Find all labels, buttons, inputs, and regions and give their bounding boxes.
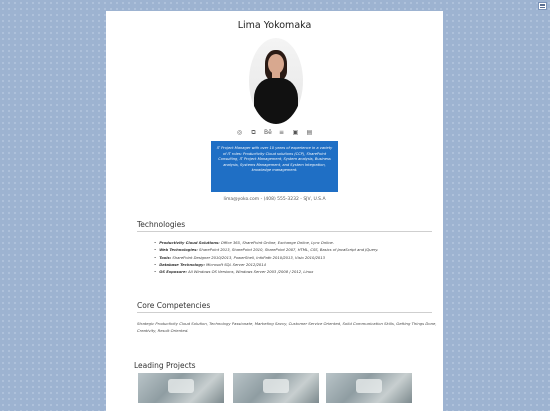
share-icon[interactable]: ⧉ xyxy=(250,129,257,136)
competencies-text: Strategic Productivity Cloud Solution, T… xyxy=(137,321,437,333)
linkedin-icon[interactable]: ▣ xyxy=(292,129,299,136)
menu-icon[interactable] xyxy=(538,2,547,10)
behance-icon[interactable]: Bē xyxy=(264,129,272,136)
profile-name: Lima Yokomaka xyxy=(237,20,312,31)
competencies-title: Core Competencies xyxy=(137,301,211,310)
project-thumbnail[interactable] xyxy=(233,373,319,403)
stack-icon[interactable]: ≡ xyxy=(278,129,285,136)
technologies-divider xyxy=(137,231,432,232)
list-item: Tools: SharePoint Designer 2010/2013, Po… xyxy=(154,255,378,262)
contact-line: lima@yoko.com - (408) 555-3232 - SJV, U.… xyxy=(223,197,326,202)
profile-photo xyxy=(249,38,303,124)
project-thumbnail[interactable] xyxy=(326,373,412,403)
technologies-title: Technologies xyxy=(137,220,186,229)
list-item: Productivity Cloud Solutions: Office 365… xyxy=(154,240,378,247)
list-item: Web Technologies: SharePoint 2013, Share… xyxy=(154,247,378,254)
list-item: Database Technology: Microsoft SQL Serve… xyxy=(154,262,378,269)
technologies-list: Productivity Cloud Solutions: Office 365… xyxy=(154,240,378,276)
youtube-icon[interactable]: ▤ xyxy=(306,129,313,136)
bio-box: IT Project Manager with over 10 years of… xyxy=(211,141,338,192)
social-links: ◎ ⧉ Bē ≡ ▣ ▤ xyxy=(106,129,443,136)
list-item: OS Exposure: All Windows OS Versions, Wi… xyxy=(154,269,378,276)
projects-title: Leading Projects xyxy=(134,361,196,370)
project-thumbnail[interactable] xyxy=(138,373,224,403)
dribbble-icon[interactable]: ◎ xyxy=(236,129,243,136)
competencies-divider xyxy=(137,312,432,313)
resume-card: Lima Yokomaka ◎ ⧉ Bē ≡ ▣ ▤ IT Project Ma… xyxy=(106,11,443,411)
